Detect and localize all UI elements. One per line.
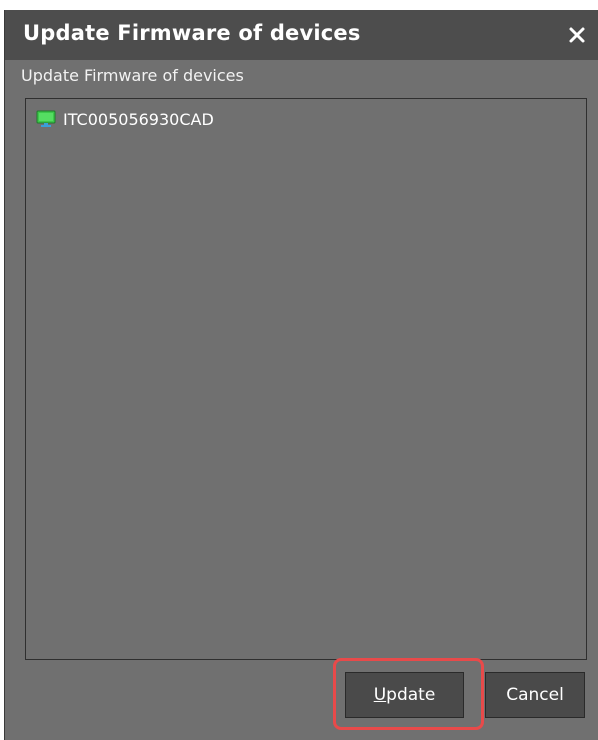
device-label: ITC005056930CAD (63, 109, 214, 129)
dialog-title: Update Firmware of devices (23, 21, 361, 45)
update-button-mnemonic: U (373, 685, 387, 705)
update-button[interactable]: Update (345, 672, 464, 718)
list-item[interactable]: ITC005056930CAD (36, 107, 214, 131)
device-list[interactable]: ITC005056930CAD (25, 98, 587, 660)
cancel-button[interactable]: Cancel (485, 672, 585, 718)
monitor-icon (36, 110, 56, 128)
close-button[interactable] (565, 23, 589, 47)
cancel-button-label: Cancel (506, 685, 564, 705)
update-firmware-dialog: Update Firmware of devices Update Firmwa… (4, 10, 598, 740)
close-icon (569, 27, 585, 43)
update-button-label: pdate (386, 685, 436, 705)
title-bar[interactable]: Update Firmware of devices (5, 10, 598, 60)
dialog-subtitle: Update Firmware of devices (21, 66, 244, 85)
